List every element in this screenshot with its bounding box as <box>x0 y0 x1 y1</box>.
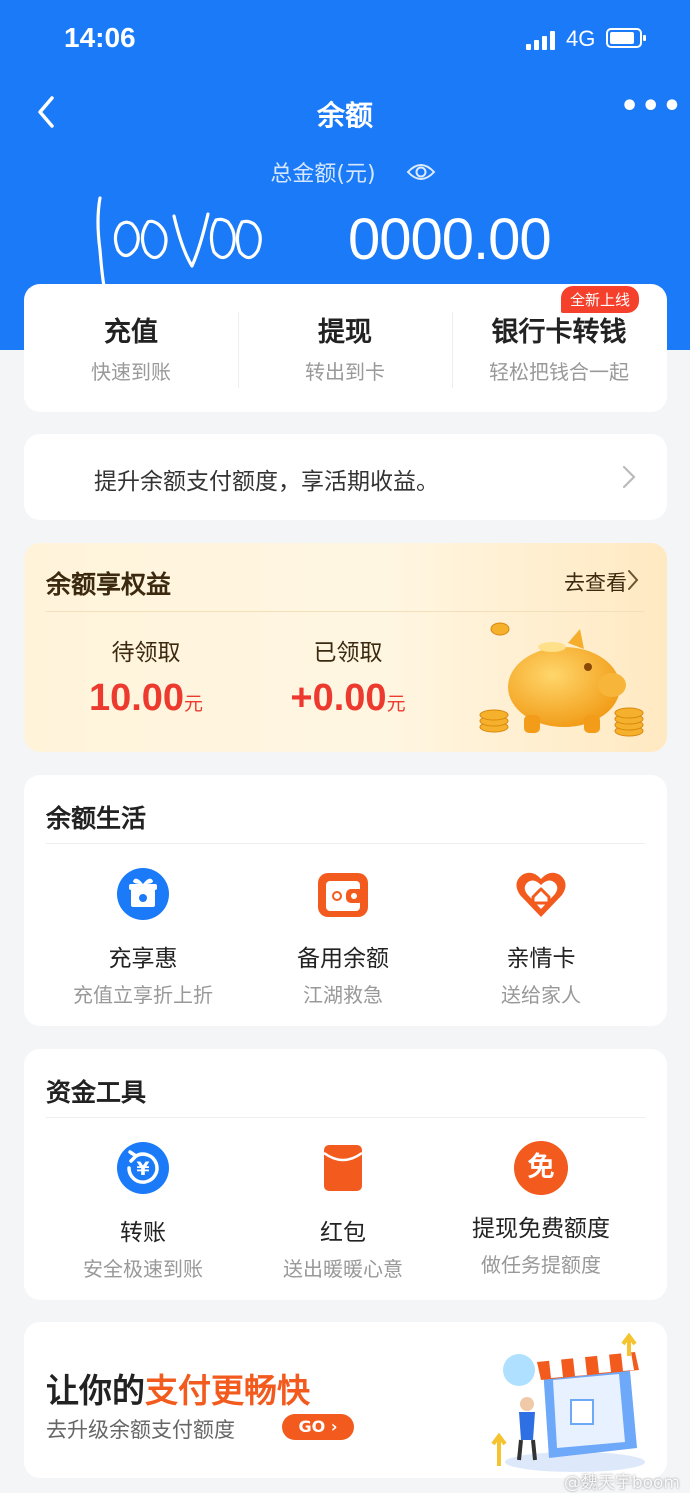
go-button[interactable]: GO › <box>282 1414 354 1440</box>
piggy-bank-icon <box>479 622 644 737</box>
balance-amount: 0000.00 <box>90 190 552 290</box>
family-card-item[interactable]: 亲情卡 送给家人 <box>434 867 648 1008</box>
battery-icon <box>606 28 646 48</box>
chevron-right-icon <box>622 465 636 489</box>
balance-actions-card: 充值 快速到账 提现 转出到卡 银行卡转钱 轻松把钱合一起 全新上线 <box>24 284 667 412</box>
heart-home-icon <box>516 872 566 917</box>
item-title: 转账 <box>120 1220 166 1246</box>
signal-icon <box>526 30 556 50</box>
item-subtitle: 送给家人 <box>501 983 581 1007</box>
nav-bar: 余额 ••• <box>0 80 690 144</box>
pending-value: 10.00元 <box>66 677 226 720</box>
item-title: 提现免费额度 <box>472 1216 610 1242</box>
received-value: +0.00元 <box>268 677 428 720</box>
red-envelope-icon <box>323 1145 363 1191</box>
gift-icon <box>117 868 169 920</box>
eye-icon[interactable] <box>406 160 436 184</box>
item-title: 充享惠 <box>108 946 178 972</box>
status-bar: 14:06 4G <box>0 0 690 80</box>
red-envelope-item[interactable]: 红包 送出暖暖心意 <box>236 1141 450 1282</box>
handwritten-digits <box>96 196 262 288</box>
banner-title-highlight: 支付更畅快 <box>145 1371 310 1410</box>
total-amount-label: 总金额(元) <box>0 156 690 188</box>
promo-text: 提升余额支付额度，享活期收益。 <box>94 469 439 495</box>
divider <box>46 611 645 612</box>
item-title: 亲情卡 <box>506 946 576 972</box>
section-title: 余额生活 <box>46 804 147 833</box>
transfer-item[interactable]: ¥ 转账 安全极速到账 <box>36 1141 250 1282</box>
benefits-title: 余额享权益 <box>46 570 172 599</box>
recharge-discount-item[interactable]: 充享惠 充值立享折上折 <box>36 867 250 1008</box>
free-badge-icon: 免 <box>514 1141 568 1195</box>
new-badge: 全新上线 <box>560 286 639 313</box>
item-subtitle: 送出暖暖心意 <box>283 1257 403 1281</box>
item-subtitle: 充值立享折上折 <box>73 983 213 1007</box>
divider <box>46 843 645 844</box>
page-title: 余额 <box>316 99 373 132</box>
go-button-label: GO <box>298 1417 326 1436</box>
storefront-illustration <box>491 1332 645 1472</box>
network-type: 4G <box>566 26 596 51</box>
withdraw-button[interactable]: 提现 转出到卡 <box>238 284 452 412</box>
action-title: 提现 <box>318 317 372 348</box>
pending-label: 待领取 <box>111 640 181 666</box>
action-title: 充值 <box>104 317 158 348</box>
received-benefit[interactable]: 已领取 +0.00元 <box>268 633 428 720</box>
item-subtitle: 安全极速到账 <box>83 1257 203 1281</box>
balance-life-section: 余额生活 充享惠 充值立享折上折 备用余额 江湖救急 亲情卡 送给家人 <box>24 775 667 1026</box>
banner-title: 让你的支付更畅快 <box>46 1364 310 1412</box>
action-subtitle: 转出到卡 <box>305 360 385 384</box>
banner-title-prefix: 让你的 <box>46 1371 145 1410</box>
item-title: 备用余额 <box>297 946 389 972</box>
recharge-button[interactable]: 充值 快速到账 <box>24 284 238 412</box>
backup-balance-item[interactable]: 备用余额 江湖救急 <box>236 867 450 1008</box>
wallet-icon <box>318 873 368 917</box>
view-benefits-link[interactable]: 去查看 <box>564 567 627 597</box>
free-withdraw-quota-item[interactable]: 免 提现免费额度 做任务提额度 <box>434 1141 648 1278</box>
yuan-transfer-icon: ¥ <box>117 1142 169 1194</box>
unit-label: 元 <box>184 694 204 715</box>
divider <box>46 1117 645 1118</box>
received-amount: +0.00 <box>290 677 387 719</box>
section-title: 资金工具 <box>46 1078 147 1107</box>
pending-amount: 10.00 <box>88 677 185 719</box>
unit-label: 元 <box>386 694 406 715</box>
weibo-watermark: @魏天宇boom <box>563 1473 680 1493</box>
item-title: 红包 <box>320 1220 366 1246</box>
benefits-card: 余额享权益 去查看 待领取 10.00元 已领取 +0.00元 <box>24 543 667 752</box>
more-dots-icon: ••• <box>620 89 684 124</box>
fund-tools-section: 资金工具 ¥ 转账 安全极速到账 红包 送出暖暖心意 免 提现免费额度 做任务提… <box>24 1049 667 1300</box>
item-subtitle: 江湖救急 <box>303 983 383 1007</box>
pending-benefit[interactable]: 待领取 10.00元 <box>66 633 226 720</box>
action-subtitle: 轻松把钱合一起 <box>489 360 629 384</box>
action-subtitle: 快速到账 <box>91 360 171 384</box>
more-button[interactable]: ••• <box>620 92 682 126</box>
received-label: 已领取 <box>313 640 383 666</box>
banner-subtitle: 去升级余额支付额度 <box>46 1418 235 1442</box>
item-subtitle: 做任务提额度 <box>481 1253 601 1277</box>
upgrade-banner[interactable]: 让你的支付更畅快 去升级余额支付额度 GO › <box>24 1322 667 1478</box>
chevron-right-icon <box>628 570 639 590</box>
status-time: 14:06 <box>64 22 136 53</box>
total-amount-label-text: 总金额(元) <box>270 162 376 187</box>
action-title: 银行卡转钱 <box>491 317 627 348</box>
svg-text:¥: ¥ <box>136 1158 149 1180</box>
upgrade-promo-row[interactable]: 提升余额支付额度，享活期收益。 <box>24 434 667 520</box>
balance-amount-tail: 0000.00 <box>348 207 552 272</box>
